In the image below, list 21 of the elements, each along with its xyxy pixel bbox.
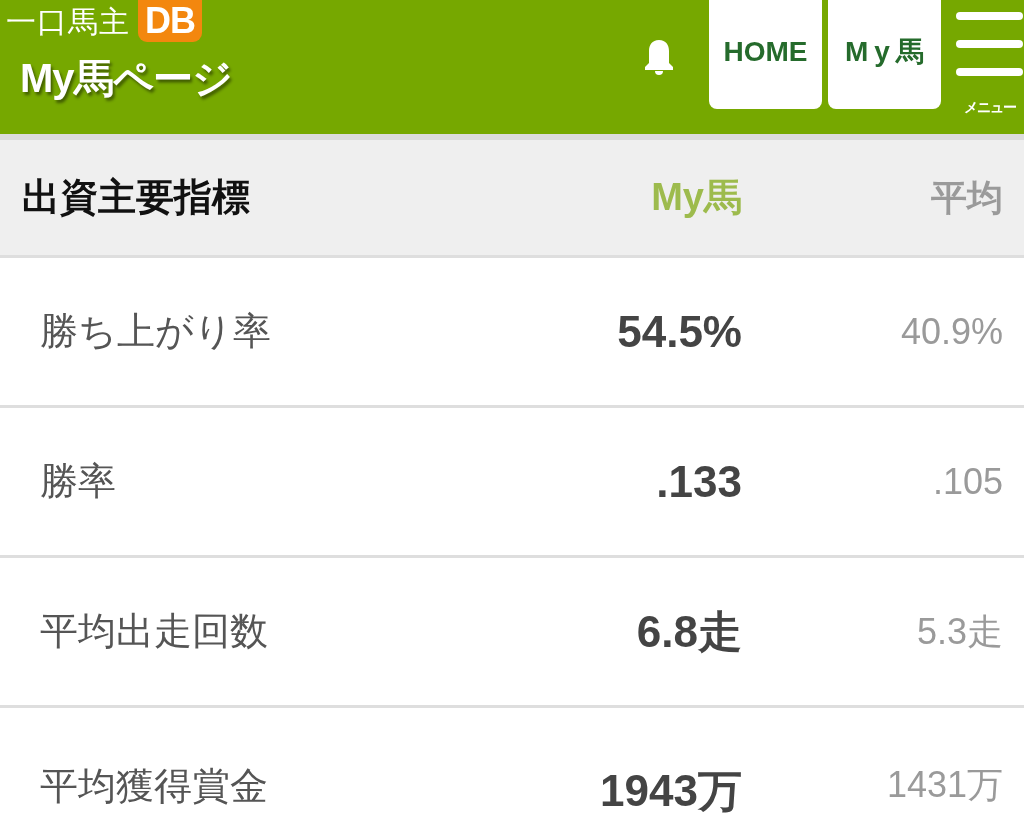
logo-text: 一口馬主 xyxy=(6,7,130,37)
average-value: 40.9% xyxy=(900,309,1003,354)
row-label: 平均出走回数 xyxy=(40,609,268,654)
average-value: .105 xyxy=(932,459,1003,504)
average-value: 5.3走 xyxy=(916,609,1003,654)
row-label: 平均獲得賞金 xyxy=(40,764,268,809)
my-value: .133 xyxy=(656,455,742,508)
nav-button[interactable]: HOME xyxy=(709,0,822,109)
my-value: 54.5% xyxy=(617,305,742,358)
average-value: 1431万 xyxy=(886,763,1003,807)
column-header: 平均 xyxy=(931,175,1003,220)
my-value: 6.8走 xyxy=(636,605,742,658)
menu-icon[interactable] xyxy=(956,12,1023,76)
page-title: My馬ページ xyxy=(20,58,232,98)
column-header: My馬 xyxy=(651,175,742,220)
column-header: 出資主要指標 xyxy=(22,175,250,220)
logo-badge: DB xyxy=(138,0,202,42)
my-value: 1943万 xyxy=(600,765,742,816)
row-label: 勝率 xyxy=(40,459,116,504)
nav-button[interactable]: My馬 xyxy=(828,0,941,109)
row-label: 勝ち上がり率 xyxy=(40,309,271,354)
